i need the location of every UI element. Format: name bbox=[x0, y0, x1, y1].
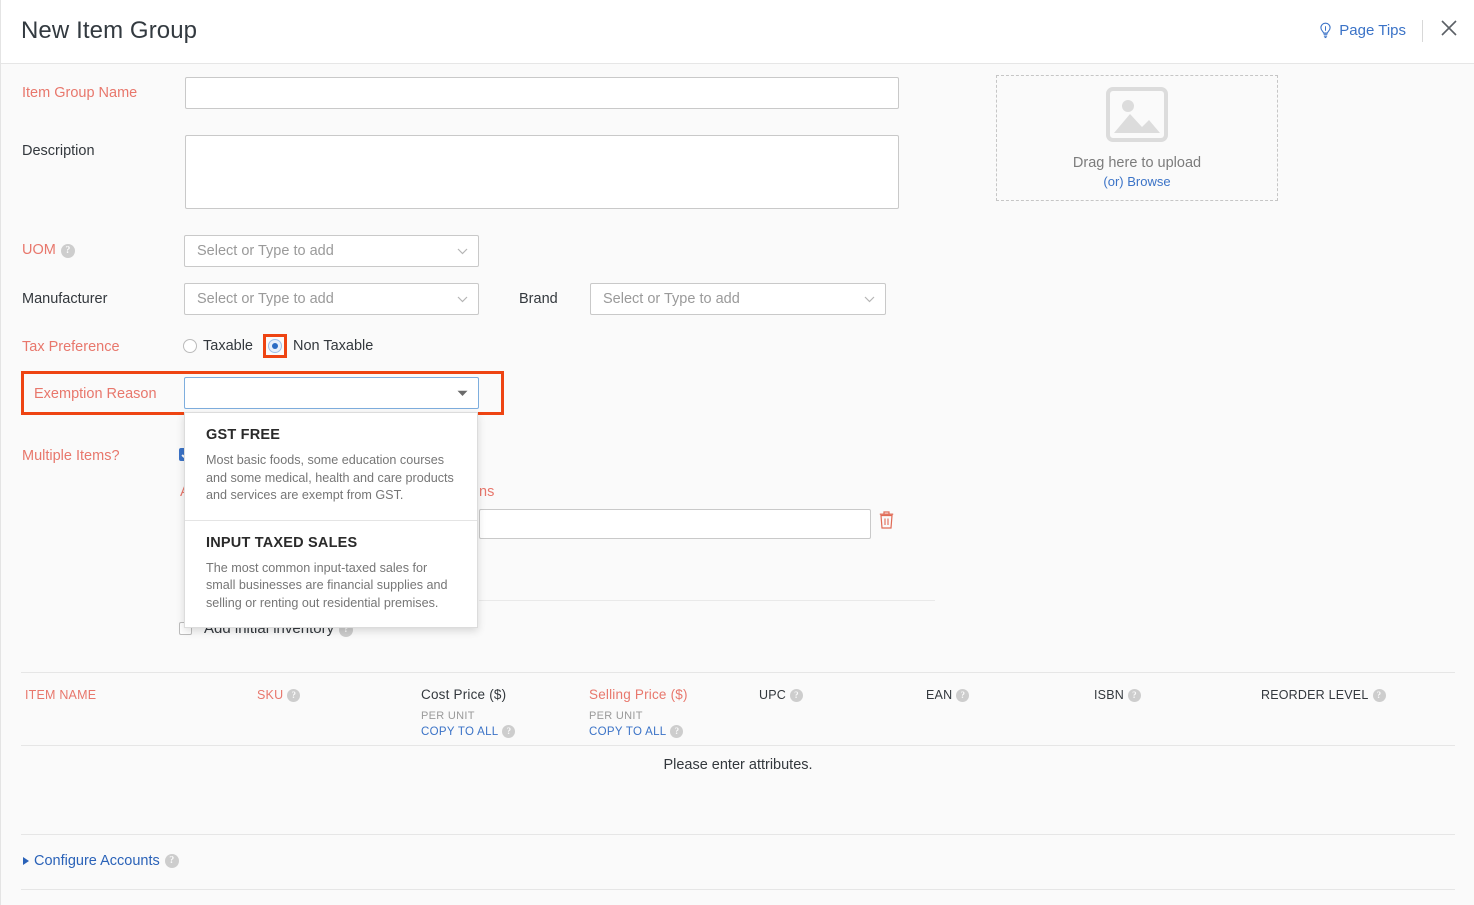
upc-help-icon[interactable]: ? bbox=[790, 689, 803, 702]
chevron-down-icon bbox=[457, 385, 468, 401]
cost-price-copy-to-all[interactable]: COPY TO ALL bbox=[421, 726, 498, 738]
column-header-upc: UPC bbox=[759, 688, 786, 702]
dropdown-item-description: Most basic foods, some education courses… bbox=[206, 453, 454, 502]
selling-price-copy-to-all-wrap[interactable]: COPY TO ALL? bbox=[589, 725, 684, 738]
brand-label: Brand bbox=[519, 291, 558, 307]
uom-select[interactable]: Select or Type to add bbox=[184, 235, 479, 267]
new-item-group-dialog: New Item Group Page Tips Item Group Name… bbox=[0, 0, 1474, 905]
uom-select-value: Select or Type to add bbox=[197, 243, 334, 259]
options-column-label: ns bbox=[479, 484, 495, 500]
chevron-down-icon bbox=[457, 291, 468, 307]
dropdown-item-gst-free[interactable]: GST FREE Most basic foods, some educatio… bbox=[185, 413, 477, 520]
table-empty-message: Please enter attributes. bbox=[663, 757, 813, 773]
radio-non-taxable[interactable] bbox=[268, 339, 282, 353]
upload-or-text: (or) bbox=[1103, 174, 1128, 189]
manufacturer-select-value: Select or Type to add bbox=[197, 291, 334, 307]
footer-divider bbox=[21, 889, 1455, 890]
configure-accounts-toggle[interactable]: Configure Accounts ? bbox=[23, 853, 179, 869]
tax-preference-label: Tax Preference bbox=[22, 339, 120, 355]
reorder-level-help-icon[interactable]: ? bbox=[1372, 689, 1386, 702]
table-header-divider bbox=[21, 745, 1455, 746]
item-group-name-label: Item Group Name bbox=[22, 85, 138, 101]
column-header-cost-price: Cost Price ($) bbox=[421, 687, 507, 702]
dialog-header: New Item Group Page Tips bbox=[1, 0, 1474, 64]
column-header-sku: SKU bbox=[257, 688, 284, 702]
dropdown-item-description: The most common input-taxed sales for sm… bbox=[206, 560, 448, 610]
brand-select-value: Select or Type to add bbox=[603, 291, 740, 307]
column-header-sku-wrap: SKU? bbox=[257, 688, 301, 702]
uom-help-icon[interactable]: ? bbox=[60, 244, 75, 258]
trash-icon bbox=[879, 511, 894, 533]
column-header-isbn-wrap: ISBN? bbox=[1094, 688, 1141, 702]
close-button[interactable] bbox=[1423, 18, 1459, 43]
exemption-reason-select[interactable] bbox=[184, 377, 479, 409]
page-title: New Item Group bbox=[21, 17, 198, 44]
configure-accounts-label: Configure Accounts bbox=[34, 853, 160, 869]
selling-price-per-unit: PER UNIT bbox=[589, 710, 643, 722]
table-bottom-divider bbox=[21, 834, 1455, 835]
column-header-upc-wrap: UPC? bbox=[759, 688, 803, 702]
cost-price-copy-help-icon[interactable]: ? bbox=[502, 725, 516, 738]
image-upload-dropzone[interactable]: Drag here to upload (or) Browse bbox=[996, 75, 1278, 201]
cost-price-per-unit: PER UNIT bbox=[421, 710, 475, 722]
dropdown-item-input-taxed-sales[interactable]: INPUT TAXED SALES The most common input-… bbox=[185, 519, 477, 628]
radio-taxable[interactable] bbox=[183, 339, 197, 353]
attributes-separator bbox=[479, 600, 935, 601]
radio-non-taxable-label: Non Taxable bbox=[293, 338, 374, 354]
lightbulb-icon bbox=[1318, 22, 1333, 39]
delete-attribute-row-button[interactable] bbox=[879, 511, 894, 534]
ean-help-icon[interactable]: ? bbox=[956, 689, 970, 702]
close-icon bbox=[1439, 18, 1459, 43]
dropdown-item-title: GST FREE bbox=[206, 427, 281, 443]
item-group-name-input[interactable] bbox=[185, 77, 899, 109]
column-header-selling-price: Selling Price ($) bbox=[589, 687, 688, 702]
manufacturer-select[interactable]: Select or Type to add bbox=[184, 283, 479, 315]
chevron-down-icon bbox=[864, 291, 875, 307]
attribute-value-input[interactable] bbox=[479, 509, 871, 539]
chevron-down-icon bbox=[457, 243, 468, 259]
selling-price-copy-help-icon[interactable]: ? bbox=[670, 725, 684, 738]
column-header-reorder-level-wrap: REORDER LEVEL? bbox=[1261, 688, 1386, 702]
isbn-help-icon[interactable]: ? bbox=[1127, 689, 1141, 702]
header-actions: Page Tips bbox=[1318, 18, 1459, 43]
upload-drag-text: Drag here to upload bbox=[1072, 155, 1202, 171]
column-header-isbn: ISBN bbox=[1094, 688, 1124, 702]
configure-accounts-help-icon[interactable]: ? bbox=[164, 854, 179, 868]
dropdown-item-title: INPUT TAXED SALES bbox=[206, 534, 358, 551]
exemption-reason-label: Exemption Reason bbox=[34, 386, 157, 402]
upload-browse-link[interactable]: Browse bbox=[1127, 174, 1170, 189]
description-textarea[interactable] bbox=[185, 135, 899, 209]
page-tips-button[interactable]: Page Tips bbox=[1318, 22, 1422, 39]
manufacturer-label: Manufacturer bbox=[22, 291, 108, 307]
uom-label: UOM bbox=[22, 242, 56, 258]
column-header-ean-wrap: EAN? bbox=[926, 688, 970, 702]
selling-price-copy-to-all[interactable]: COPY TO ALL bbox=[589, 726, 666, 738]
table-top-divider bbox=[21, 672, 1455, 673]
column-header-ean: EAN bbox=[926, 688, 953, 702]
cost-price-copy-to-all-wrap[interactable]: COPY TO ALL? bbox=[421, 725, 516, 738]
description-label: Description bbox=[22, 143, 95, 159]
image-placeholder-icon bbox=[1106, 87, 1168, 147]
upload-browse-line[interactable]: (or) Browse bbox=[1103, 174, 1170, 189]
multiple-items-label: Multiple Items? bbox=[22, 448, 120, 464]
exemption-reason-dropdown-menu[interactable]: GST FREE Most basic foods, some educatio… bbox=[184, 412, 478, 628]
column-header-reorder-level: REORDER LEVEL bbox=[1261, 688, 1369, 702]
brand-select[interactable]: Select or Type to add bbox=[590, 283, 886, 315]
sku-help-icon[interactable]: ? bbox=[287, 689, 301, 702]
page-tips-label: Page Tips bbox=[1339, 22, 1406, 39]
chevron-right-icon bbox=[23, 857, 29, 865]
uom-label-wrap: UOM? bbox=[22, 241, 75, 259]
column-header-item-name: ITEM NAME bbox=[25, 688, 97, 702]
radio-taxable-label: Taxable bbox=[203, 338, 253, 354]
